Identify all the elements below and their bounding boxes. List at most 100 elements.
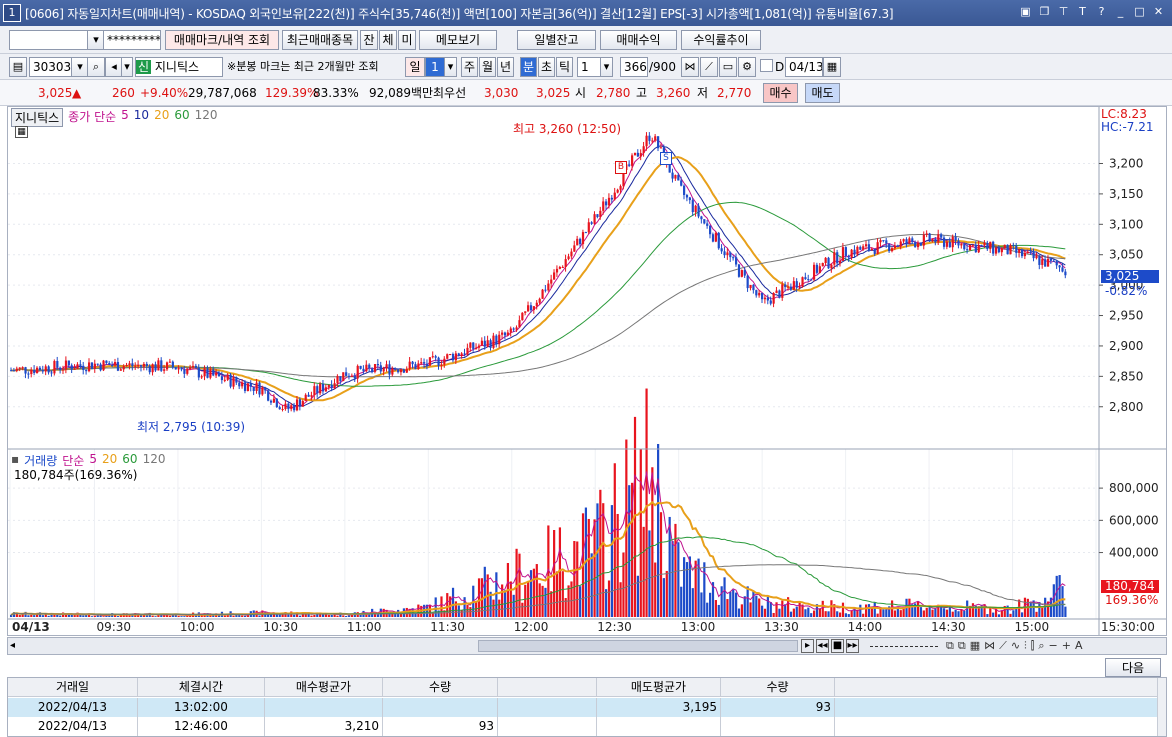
candle-up	[35, 367, 39, 373]
candle-up	[15, 368, 18, 371]
candle-down	[27, 373, 30, 375]
candle-up	[890, 248, 894, 252]
volume-bar-down	[628, 485, 631, 617]
candle-up	[645, 135, 648, 147]
balance-button[interactable]: 잔	[360, 30, 378, 50]
date-checkbox[interactable]	[760, 59, 773, 72]
volume-bar-down	[743, 596, 746, 617]
layout-icon[interactable]: ▤	[9, 57, 27, 77]
candle-up	[200, 376, 203, 378]
screen-icon[interactable]: ▣	[1018, 4, 1033, 19]
trade-profit-button[interactable]: 매매수익	[600, 30, 677, 50]
period-year-button[interactable]: 년	[497, 57, 514, 77]
line-icon[interactable]: ⟋	[999, 639, 1007, 653]
period-tick-button[interactable]: 틱	[556, 57, 573, 77]
volume-bar-up	[821, 600, 824, 617]
scroll-left-icon[interactable]: ◂	[10, 640, 22, 652]
unexecuted-button[interactable]: 미	[398, 30, 416, 50]
memo-button[interactable]: 메모보기	[419, 30, 497, 50]
candle-down	[82, 365, 85, 371]
grid-scrollbar[interactable]	[1157, 678, 1166, 736]
compare-icon[interactable]: ⧉	[946, 639, 954, 653]
trend-tool-icon[interactable]: ⟋	[700, 57, 718, 77]
period-value[interactable]: 1	[425, 57, 445, 77]
next-button[interactable]: 다음	[1105, 658, 1161, 677]
play-icon[interactable]: ▸	[801, 639, 814, 653]
volume-bar-down	[33, 615, 36, 617]
volume-bar-down	[778, 608, 781, 617]
chart-tool-icon[interactable]: ⋈	[681, 57, 699, 77]
period-second-button[interactable]: 초	[538, 57, 555, 77]
volume-bar-up	[659, 512, 663, 617]
scroll-thumb[interactable]	[478, 640, 798, 652]
fast-forward-icon[interactable]: ▸▸	[846, 639, 859, 653]
help-icon[interactable]: ?	[1094, 4, 1109, 19]
font-icon[interactable]: T	[1075, 4, 1090, 19]
stock-code-input[interactable]: 303030	[29, 57, 73, 77]
minimize-icon[interactable]: _	[1113, 4, 1128, 19]
period-day-button[interactable]: 일	[405, 57, 425, 77]
interval-input[interactable]: 1	[577, 57, 601, 77]
calendar-icon[interactable]: ▦	[823, 57, 841, 77]
ma10-label: 10	[133, 108, 150, 122]
account-input[interactable]	[9, 30, 89, 50]
sell-mark[interactable]: S	[660, 152, 672, 165]
candle-down	[1058, 265, 1061, 268]
return-trend-button[interactable]: 수익률추이	[681, 30, 761, 50]
executed-button[interactable]: 체	[379, 30, 397, 50]
volume-bar-down	[752, 590, 755, 617]
time-tick-label: 13:00	[681, 620, 716, 634]
maximize-icon[interactable]: □	[1132, 4, 1147, 19]
price-legend-name[interactable]: 지니틱스	[11, 108, 64, 127]
buy-button[interactable]: 매수	[763, 83, 798, 103]
window-icon[interactable]: ❐	[1037, 4, 1052, 19]
candle-down	[778, 290, 781, 298]
wave-icon[interactable]: ∿	[1011, 639, 1020, 653]
grid-icon[interactable]: ▦	[970, 639, 980, 653]
period-dropdown[interactable]: ▾	[444, 57, 457, 77]
daily-balance-button[interactable]: 일별잔고	[517, 30, 596, 50]
candle-down	[882, 240, 885, 242]
search-icon[interactable]: ⌕	[87, 57, 105, 77]
trade-mark-query-button[interactable]: 매매마크/내역 조회	[165, 30, 279, 50]
candle-down	[330, 384, 333, 389]
zoom-out-icon[interactable]: −	[1049, 639, 1058, 653]
table-row[interactable]: 2022/04/13 13:02:00 3,195 93	[8, 698, 1158, 717]
gear-icon[interactable]: ⚙	[738, 57, 756, 77]
table-view-icon[interactable]: ▦	[15, 126, 28, 138]
period-week-button[interactable]: 주	[461, 57, 478, 77]
volume-bar-up	[654, 562, 657, 617]
close-icon[interactable]: ✕	[1151, 4, 1166, 19]
stop-icon[interactable]: ■	[831, 639, 844, 653]
speaker-dropdown[interactable]: ▾	[121, 57, 133, 77]
stock-name-field: 신 지니틱스	[135, 57, 223, 77]
zoom-icon[interactable]: ⌕	[1038, 639, 1044, 653]
volume-bar-up	[599, 489, 602, 617]
buy-mark[interactable]: B	[615, 161, 627, 174]
bar-count-input[interactable]: 366	[620, 57, 648, 77]
rewind-icon[interactable]: ◂◂	[816, 639, 829, 653]
price-volume-chart[interactable]: 3,2003,1503,1003,0503,0002,9502,9002,850…	[8, 107, 1166, 635]
copy-icon[interactable]: ⧉	[958, 639, 966, 653]
chart-area[interactable]: 3,200 3,150 3,100 3,050 3,000 2,950 2,900 2,850…	[7, 106, 1167, 636]
pin-icon[interactable]: ⊤	[1056, 4, 1071, 19]
candle-icon[interactable]: ⫿	[1031, 639, 1035, 653]
recent-trades-button[interactable]: 최근매매종목	[282, 30, 358, 50]
period-minute-button[interactable]: 분	[520, 57, 537, 77]
date-input[interactable]: 04/13	[785, 57, 823, 77]
indicator-icon[interactable]: ⋈	[984, 639, 995, 653]
candle-down	[275, 398, 278, 408]
period-month-button[interactable]: 월	[479, 57, 496, 77]
interval-dropdown[interactable]: ▾	[600, 57, 613, 77]
candle-down	[394, 368, 397, 370]
bar-icon[interactable]: ⫶	[1024, 639, 1027, 653]
volume-bar-down	[844, 613, 847, 617]
table-row[interactable]: 2022/04/13 12:46:00 3,210 93	[8, 717, 1158, 736]
sell-button[interactable]: 매도	[805, 83, 840, 103]
zoom-in-icon[interactable]: +	[1062, 639, 1071, 653]
save-icon[interactable]: ▭	[719, 57, 737, 77]
zoom-slider[interactable]	[870, 646, 938, 647]
candle-up	[128, 363, 131, 365]
font-size-icon[interactable]: A	[1075, 639, 1083, 653]
password-input[interactable]: *********	[103, 30, 161, 50]
